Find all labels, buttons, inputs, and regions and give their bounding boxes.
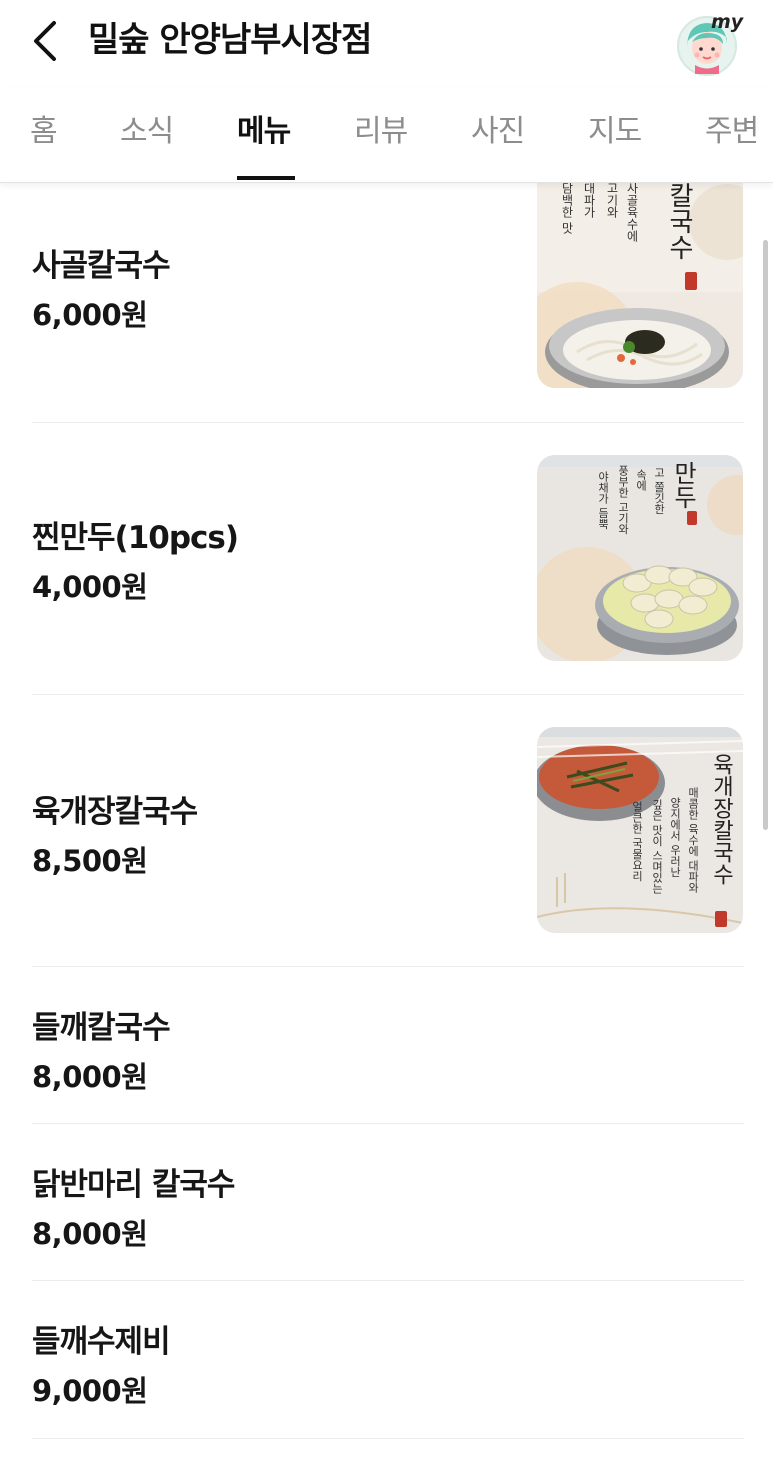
svg-text:풍부한 고기와: 풍부한 고기와 (617, 465, 630, 535)
svg-text:속에: 속에 (635, 469, 648, 492)
tab-review[interactable]: 리뷰 (354, 112, 408, 152)
tab-bar: 홈 소식 메뉴 리뷰 사진 지도 주변 (0, 88, 773, 183)
back-button[interactable] (22, 12, 66, 70)
menu-item[interactable]: 들깨칼국수 8,000원 (32, 966, 744, 1123)
svg-text:고 쫄깃한: 고 쫄깃한 (653, 467, 666, 515)
svg-text:칼국수: 칼국수 (664, 182, 694, 260)
menu-item-name: 사골칼국수 (32, 248, 171, 284)
tab-news[interactable]: 소식 (120, 112, 174, 152)
chevron-left-icon (34, 21, 56, 61)
svg-text:깊은 맛이 스며있는: 깊은 맛이 스며있는 (651, 799, 664, 894)
svg-text:매콤한 육수에 대파와: 매콤한 육수에 대파와 (687, 787, 700, 894)
menu-item[interactable]: 들깨수제비 9,000원 (32, 1280, 744, 1437)
svg-text:사골육수에: 사골육수에 (625, 182, 639, 242)
menu-item[interactable]: 닭반마리 칼국수 8,000원 (32, 1123, 744, 1280)
divider (32, 1438, 744, 1439)
tab-menu[interactable]: 메뉴 (237, 112, 291, 152)
menu-list: 사골칼국수 6,000원 사골육수에 고기와 대파가 담백한 맛 칼국수 찐만두… (0, 182, 773, 1458)
menu-item-price: 6,000원 (32, 298, 148, 332)
page-title: 밀숲 안양남부시장점 (88, 20, 372, 60)
svg-text:얼큰한 국물요리: 얼큰한 국물요리 (631, 800, 644, 882)
svg-text:대파가: 대파가 (582, 182, 596, 218)
menu-item-name: 들깨칼국수 (32, 1010, 171, 1046)
menu-item-name: 찐만두(10pcs) (32, 520, 239, 556)
menu-item-price: 9,000원 (32, 1374, 148, 1408)
menu-item-photo[interactable]: 고 쫄깃한 속에 풍부한 고기와 야채가 듬뿍 만두 (537, 455, 743, 661)
menu-item-photo[interactable]: 사골육수에 고기와 대파가 담백한 맛 칼국수 (537, 182, 743, 388)
menu-item-name: 닭반마리 칼국수 (32, 1167, 235, 1203)
menu-item-photo[interactable]: 매콤한 육수에 대파와 양지에서 우러난 깊은 맛이 스며있는 얼큰한 국물요리… (537, 727, 743, 933)
menu-item-price: 8,000원 (32, 1217, 148, 1251)
svg-text:만두: 만두 (669, 461, 697, 509)
app-header: 밀숲 안양남부시장점 my (0, 0, 773, 82)
menu-item-name: 들깨수제비 (32, 1324, 171, 1360)
menu-item-name: 육개장칼국수 (32, 794, 198, 830)
my-profile-avatar[interactable]: my (673, 8, 745, 76)
tab-home[interactable]: 홈 (30, 112, 58, 152)
svg-text:야채가 듬뿍: 야채가 듬뿍 (597, 471, 610, 530)
menu-item-price: 4,000원 (32, 570, 148, 604)
svg-text:담백한 맛: 담백한 맛 (560, 182, 574, 234)
tab-map[interactable]: 지도 (588, 112, 642, 152)
svg-text:육개장칼국수: 육개장칼국수 (709, 753, 734, 885)
tab-photo[interactable]: 사진 (471, 112, 525, 152)
active-tab-indicator (237, 176, 295, 180)
svg-text:my: my (711, 11, 745, 33)
scrollbar[interactable] (763, 240, 768, 830)
menu-item-price: 8,500원 (32, 844, 148, 878)
menu-item-price: 8,000원 (32, 1060, 148, 1094)
svg-text:양지에서 우러난: 양지에서 우러난 (669, 797, 682, 878)
svg-text:고기와: 고기와 (605, 182, 619, 218)
tab-nearby[interactable]: 주변 (705, 112, 759, 152)
